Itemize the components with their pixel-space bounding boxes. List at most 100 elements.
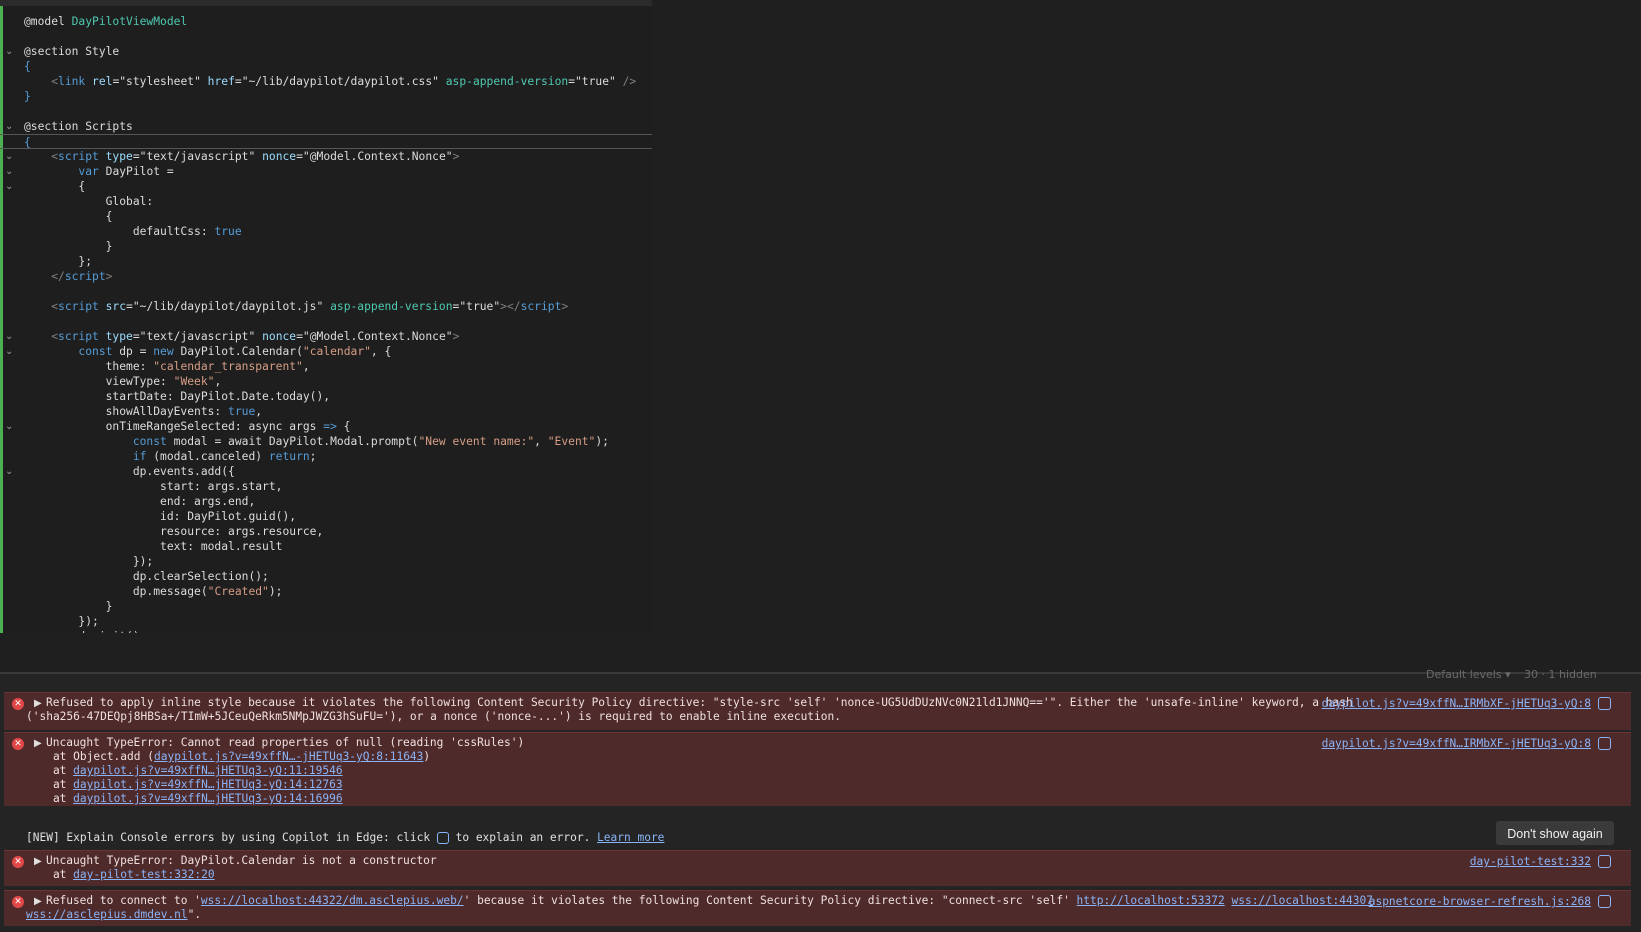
expand-arrow-icon[interactable]: ▶ bbox=[34, 896, 42, 907]
code-line[interactable] bbox=[0, 104, 652, 119]
copilot-explain-icon[interactable] bbox=[1598, 737, 1611, 750]
dont-show-again-button[interactable]: Don't show again bbox=[1496, 821, 1614, 845]
fold-chevron-icon[interactable]: ⌄ bbox=[5, 119, 15, 134]
code-line[interactable]: }; bbox=[0, 254, 652, 269]
code-line[interactable]: Global: bbox=[0, 194, 652, 209]
error-source-link[interactable]: day-pilot-test:332 bbox=[1470, 855, 1591, 869]
code-line[interactable]: startDate: DayPilot.Date.today(), bbox=[0, 389, 652, 404]
code-token: id: DayPilot.guid(), bbox=[24, 510, 297, 523]
code-line[interactable]: ⌄ { bbox=[0, 179, 652, 194]
stack-link[interactable]: day-pilot-test:332:20 bbox=[73, 868, 214, 881]
stack-link[interactable]: daypilot.js?v=49xffN…jHETUq3-yQ:14:12763 bbox=[73, 778, 342, 791]
expand-arrow-icon[interactable]: ▶ bbox=[34, 698, 42, 709]
code-line[interactable]: text: modal.result bbox=[0, 539, 652, 554]
fold-chevron-icon[interactable]: ⌄ bbox=[5, 329, 15, 344]
code-token: "~/lib/daypilot/daypilot.js" bbox=[132, 300, 331, 313]
code-editor[interactable]: @model DayPilotViewModel ⌄ @section Style{… bbox=[0, 0, 652, 633]
code-line[interactable]: <link rel="stylesheet" href="~/lib/daypi… bbox=[0, 74, 652, 89]
code-token: const bbox=[78, 345, 120, 358]
code-line[interactable]: ⌄ onTimeRangeSelected: async args => { bbox=[0, 419, 652, 434]
code-line[interactable] bbox=[0, 284, 652, 299]
stack-link[interactable]: daypilot.js?v=49xffN…jHETUq3-yQ:11:19546 bbox=[73, 764, 342, 777]
error-source-link[interactable]: aspnetcore-browser-refresh.js:268 bbox=[1369, 895, 1591, 909]
copilot-explain-icon[interactable] bbox=[1598, 895, 1611, 908]
code-line[interactable]: ⌄ var DayPilot = bbox=[0, 164, 652, 179]
copilot-explain-icon[interactable] bbox=[1598, 855, 1611, 868]
code-line[interactable]: }); bbox=[0, 614, 652, 629]
code-token: DayPilot = bbox=[105, 165, 174, 178]
code-text: end: args.end, bbox=[24, 494, 255, 509]
url-link[interactable]: wss://localhost:44322/dm.asclepius.web/ bbox=[201, 894, 464, 907]
console-panel[interactable]: Default levels ▾ 30 · 1 hidden ✕ ▶ Refus… bbox=[0, 668, 1641, 932]
code-line[interactable]: }); bbox=[0, 554, 652, 569]
code-line[interactable]: ⌄ const dp = new DayPilot.Calendar("cale… bbox=[0, 344, 652, 359]
code-text: defaultCss: true bbox=[24, 224, 242, 239]
copilot-explain-icon[interactable] bbox=[1598, 697, 1611, 710]
learn-more-link[interactable]: Learn more bbox=[597, 831, 664, 844]
code-text: const modal = await DayPilot.Modal.promp… bbox=[24, 434, 609, 449]
code-token: "true" bbox=[575, 75, 623, 88]
code-line[interactable]: defaultCss: true bbox=[0, 224, 652, 239]
code-line[interactable]: @model DayPilotViewModel bbox=[0, 14, 652, 29]
fold-chevron-icon[interactable]: ⌄ bbox=[5, 419, 15, 434]
code-line[interactable]: ⌄ <script type="text/javascript" nonce="… bbox=[0, 149, 652, 164]
code-text: { bbox=[24, 179, 85, 194]
code-line[interactable]: viewType: "Week", bbox=[0, 374, 652, 389]
error-source-link[interactable]: daypilot.js?v=49xffN…IRMbXF-jHETUq3-yQ:8 bbox=[1322, 697, 1591, 711]
code-line[interactable]: if (modal.canceled) return; bbox=[0, 449, 652, 464]
fold-chevron-icon[interactable]: ⌄ bbox=[5, 344, 15, 359]
fold-chevron-icon[interactable]: ⌄ bbox=[5, 164, 15, 179]
code-text: text: modal.result bbox=[24, 539, 282, 554]
error-source-link[interactable]: daypilot.js?v=49xffN…IRMbXF-jHETUq3-yQ:8 bbox=[1322, 737, 1591, 751]
url-link[interactable]: wss://asclepius.dmdev.nl bbox=[26, 908, 188, 921]
console-error-constructor[interactable]: ✕ ▶ Uncaught TypeError: DayPilot.Calenda… bbox=[4, 850, 1631, 886]
fold-chevron-icon[interactable]: ⌄ bbox=[5, 44, 15, 59]
fold-chevron-icon[interactable]: ⌄ bbox=[5, 149, 15, 164]
code-line[interactable]: dp.clearSelection(); bbox=[0, 569, 652, 584]
code-token: type bbox=[105, 150, 133, 163]
code-text: }); bbox=[24, 554, 153, 569]
code-line[interactable] bbox=[0, 314, 652, 329]
code-line[interactable]: start: args.start, bbox=[0, 479, 652, 494]
console-error-cssrules[interactable]: ✕ ▶ Uncaught TypeError: Cannot read prop… bbox=[4, 732, 1631, 806]
code-line[interactable]: <script src="~/lib/daypilot/daypilot.js"… bbox=[0, 299, 652, 314]
code-line[interactable]: { bbox=[0, 134, 652, 149]
console-error-csp-style[interactable]: ✕ ▶ Refused to apply inline style becaus… bbox=[4, 692, 1631, 730]
code-token: @section bbox=[24, 120, 86, 133]
code-line[interactable]: ⌄ <script type="text/javascript" nonce="… bbox=[0, 329, 652, 344]
code-line[interactable]: ⌄ @section Style bbox=[0, 44, 652, 59]
code-line[interactable]: { bbox=[0, 59, 652, 74]
stack-link[interactable]: daypilot.js?v=49xffN…-jHETUq3-yQ:8:11643 bbox=[154, 750, 423, 763]
code-line[interactable] bbox=[0, 29, 652, 44]
code-text: viewType: "Week", bbox=[24, 374, 222, 389]
banner-text-a: [NEW] Explain Console errors by using Co… bbox=[26, 831, 437, 844]
stack-prefix: at bbox=[26, 792, 74, 805]
expand-arrow-icon[interactable]: ▶ bbox=[34, 856, 42, 867]
code-line[interactable]: </script> bbox=[0, 269, 652, 284]
code-line[interactable]: ⌄ @section Scripts bbox=[0, 119, 652, 134]
code-text: { bbox=[24, 59, 31, 74]
code-line[interactable]: } bbox=[0, 239, 652, 254]
code-line[interactable]: dp.message("Created"); bbox=[0, 584, 652, 599]
fold-chevron-icon[interactable]: ⌄ bbox=[5, 179, 15, 194]
code-line[interactable]: { bbox=[0, 209, 652, 224]
code-line[interactable]: theme: "calendar_transparent", bbox=[0, 359, 652, 374]
code-token: showAllDayEvents: bbox=[24, 405, 229, 418]
stack-link[interactable]: daypilot.js?v=49xffN…jHETUq3-yQ:14:16996 bbox=[73, 792, 342, 805]
code-line[interactable]: ⌄ dp.events.add({ bbox=[0, 464, 652, 479]
code-line[interactable]: } bbox=[0, 599, 652, 614]
code-line[interactable]: showAllDayEvents: true, bbox=[0, 404, 652, 419]
code-line[interactable]: } bbox=[0, 89, 652, 104]
console-levels-dropdown[interactable]: Default levels ▾ bbox=[1426, 668, 1511, 681]
code-line[interactable]: const modal = await DayPilot.Modal.promp… bbox=[0, 434, 652, 449]
url-link[interactable]: wss://localhost:44307 bbox=[1231, 894, 1372, 907]
code-token: "calendar_transparent" bbox=[153, 360, 303, 373]
expand-arrow-icon[interactable]: ▶ bbox=[34, 738, 42, 749]
url-link[interactable]: http://localhost:53372 bbox=[1077, 894, 1225, 907]
code-line[interactable]: resource: args.resource, bbox=[0, 524, 652, 539]
code-line[interactable]: id: DayPilot.guid(), bbox=[0, 509, 652, 524]
code-line[interactable]: end: args.end, bbox=[0, 494, 652, 509]
console-error-csp-connect[interactable]: ✕ ▶ Refused to connect to 'wss://localho… bbox=[4, 890, 1631, 926]
fold-chevron-icon[interactable]: ⌄ bbox=[5, 464, 15, 479]
